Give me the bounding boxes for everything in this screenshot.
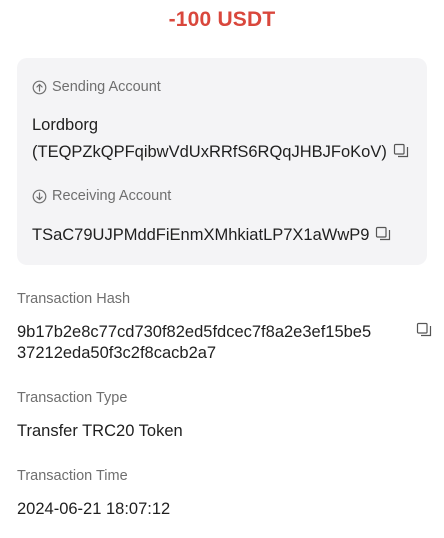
transaction-time-value: 2024-06-21 18:07:12 [17,500,171,518]
transaction-type-value: Transfer TRC20 Token [17,422,183,440]
copy-icon[interactable] [393,142,409,158]
copy-icon[interactable] [416,322,432,338]
transaction-hash-value: 9b17b2e8c77cd730f82ed5fdcec7f8a2e3ef15be… [17,322,403,364]
sending-account-address: (TEQPZkQPFqibwVdUxRRfS6RQqJHBJFoKoV) [32,143,387,161]
accounts-card: Sending Account Lordborg (TEQPZkQPFqibwV… [17,58,427,265]
arrow-up-circle-icon [32,80,47,95]
receiving-account-address-row: TSaC79UJPMddFiEnmXMhkiatLP7X1aWwP9 [32,223,391,248]
transaction-time-label: Transaction Time [17,468,128,484]
sending-account-address-row: (TEQPZkQPFqibwVdUxRRfS6RQqJHBJFoKoV) [32,140,409,165]
transaction-hash-line-2: 37212eda50f3c2f8cacb2a7 [17,344,217,362]
transaction-amount: -100 USDT [168,8,276,31]
transaction-type-label: Transaction Type [17,390,128,406]
sending-account-header: Sending Account [32,79,161,95]
receiving-account-header: Receiving Account [32,188,171,204]
sending-account-name: Lordborg [32,116,99,134]
transaction-hash-label: Transaction Hash [17,291,131,307]
copy-icon[interactable] [375,225,391,241]
receiving-account-label: Receiving Account [52,188,172,204]
sending-account-label: Sending Account [52,79,161,95]
receiving-account-address: TSaC79UJPMddFiEnmXMhkiatLP7X1aWwP9 [32,226,370,244]
transaction-hash-line-1: 9b17b2e8c77cd730f82ed5fdcec7f8a2e3ef15be… [17,323,372,341]
arrow-down-circle-icon [32,189,47,204]
